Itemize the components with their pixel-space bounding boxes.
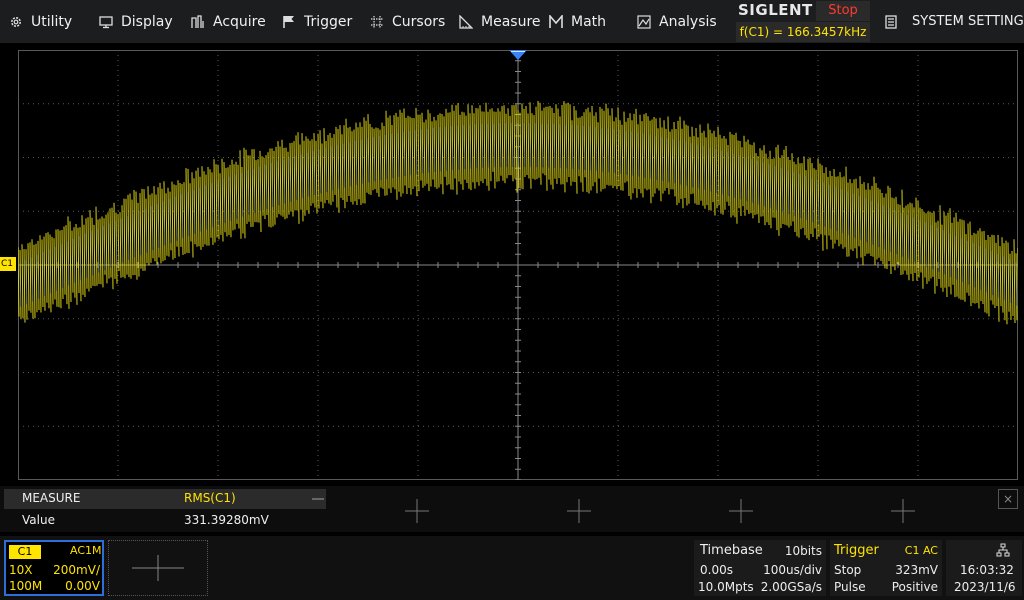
timebase-memory: 10.0Mpts	[698, 580, 754, 594]
menu-display[interactable]: Display	[90, 0, 182, 43]
timebase-info[interactable]: Timebase 10bits 0.00s 100us/div 10.0Mpts…	[694, 540, 826, 596]
channel-1-scale: 200mV/	[53, 563, 100, 577]
timebase-sample-rate: 2.00GSa/s	[760, 580, 822, 594]
menu-utility[interactable]: Utility	[0, 0, 90, 43]
trigger-title: Trigger	[834, 543, 879, 558]
measure-icon	[459, 14, 473, 29]
acquire-icon	[191, 14, 205, 29]
channel-1-offset-marker[interactable]: C1	[0, 257, 16, 271]
menu-cursors[interactable]: Cursors	[361, 0, 450, 43]
network-icon	[996, 543, 1010, 557]
channel-1-bandwidth: 100M	[9, 579, 43, 593]
menu-utility-label: Utility	[31, 13, 73, 30]
measure-title: MEASURE	[22, 491, 81, 505]
measure-value: 331.39280mV	[184, 513, 269, 527]
trigger-flag-icon	[282, 15, 296, 29]
close-icon[interactable]: ×	[998, 489, 1018, 509]
add-measure-slot-4[interactable]	[728, 498, 754, 524]
channel-1-offset: 0.00V	[65, 579, 100, 593]
timebase-scale: 100us/div	[763, 563, 822, 577]
math-icon	[549, 14, 563, 29]
trigger-source: C1 AC	[904, 544, 938, 557]
display-icon	[99, 15, 113, 29]
waveform-display[interactable]	[18, 50, 1018, 480]
add-measure-slot-2[interactable]	[404, 498, 430, 524]
timebase-title: Timebase	[700, 543, 763, 558]
cursors-icon	[370, 15, 384, 29]
brand-status-panel: SIGLENT Stop f(C1) = 166.3457kHz	[734, 0, 872, 43]
channel-1-probe: 10X	[9, 563, 33, 577]
clock-time: 16:03:32	[960, 563, 1014, 577]
trigger-info[interactable]: Trigger C1 AC Stop 323mV Pulse Positive	[830, 540, 942, 596]
channel-1-tag: C1	[9, 545, 41, 559]
trigger-mode: Stop	[834, 563, 862, 577]
run-stop-status[interactable]: Stop	[816, 1, 870, 21]
measure-value-label: Value	[22, 513, 55, 527]
menu-cursors-label: Cursors	[392, 13, 446, 30]
menu-analysis[interactable]: Analysis	[628, 0, 724, 43]
trigger-slope: Positive	[891, 580, 938, 594]
menu-acquire-label: Acquire	[213, 13, 266, 30]
add-channel-plus-icon	[132, 555, 184, 581]
menu-math[interactable]: Math	[540, 0, 628, 43]
siglent-logo: SIGLENT	[738, 1, 813, 19]
minimize-icon[interactable]	[312, 498, 324, 500]
clock-date: 2023/11/6	[954, 580, 1016, 594]
measure-panel: MEASURE RMS(C1) Value 331.39280mV	[0, 486, 1024, 532]
add-channel-slot[interactable]	[108, 540, 208, 596]
trigger-level: 323mV	[895, 563, 938, 577]
system-setting-button[interactable]: SYSTEM SETTING	[884, 0, 1024, 43]
gear-icon	[9, 15, 23, 29]
menu-trigger-label: Trigger	[304, 13, 353, 30]
menu-measure-label: Measure	[481, 13, 541, 30]
menu-analysis-label: Analysis	[659, 13, 717, 30]
system-setting-label: SYSTEM SETTING	[912, 14, 1024, 29]
trigger-position-marker[interactable]	[509, 50, 527, 62]
menu-acquire[interactable]: Acquire	[182, 0, 273, 43]
measure-parameter[interactable]: RMS(C1)	[184, 491, 236, 505]
menu-trigger[interactable]: Trigger	[273, 0, 361, 43]
measure-header[interactable]: MEASURE RMS(C1)	[4, 489, 326, 509]
timebase-delay: 0.00s	[700, 563, 733, 577]
timebase-resolution: 10bits	[784, 544, 822, 558]
menu-measure[interactable]: Measure	[450, 0, 541, 43]
channel-1-coupling: AC1M	[70, 544, 102, 557]
frequency-counter: f(C1) = 166.3457kHz	[736, 22, 870, 42]
system-list-icon	[884, 14, 898, 29]
analysis-icon	[637, 14, 651, 29]
clock-info[interactable]: 16:03:32 2023/11/6	[946, 540, 1022, 596]
add-measure-slot-3[interactable]	[566, 498, 592, 524]
trigger-type: Pulse	[834, 580, 866, 594]
add-measure-slot-5[interactable]	[890, 498, 916, 524]
menu-display-label: Display	[121, 13, 173, 30]
menu-math-label: Math	[571, 13, 607, 30]
channel-1-info[interactable]: C1 AC1M 10X 200mV/ 100M 0.00V	[4, 540, 104, 596]
